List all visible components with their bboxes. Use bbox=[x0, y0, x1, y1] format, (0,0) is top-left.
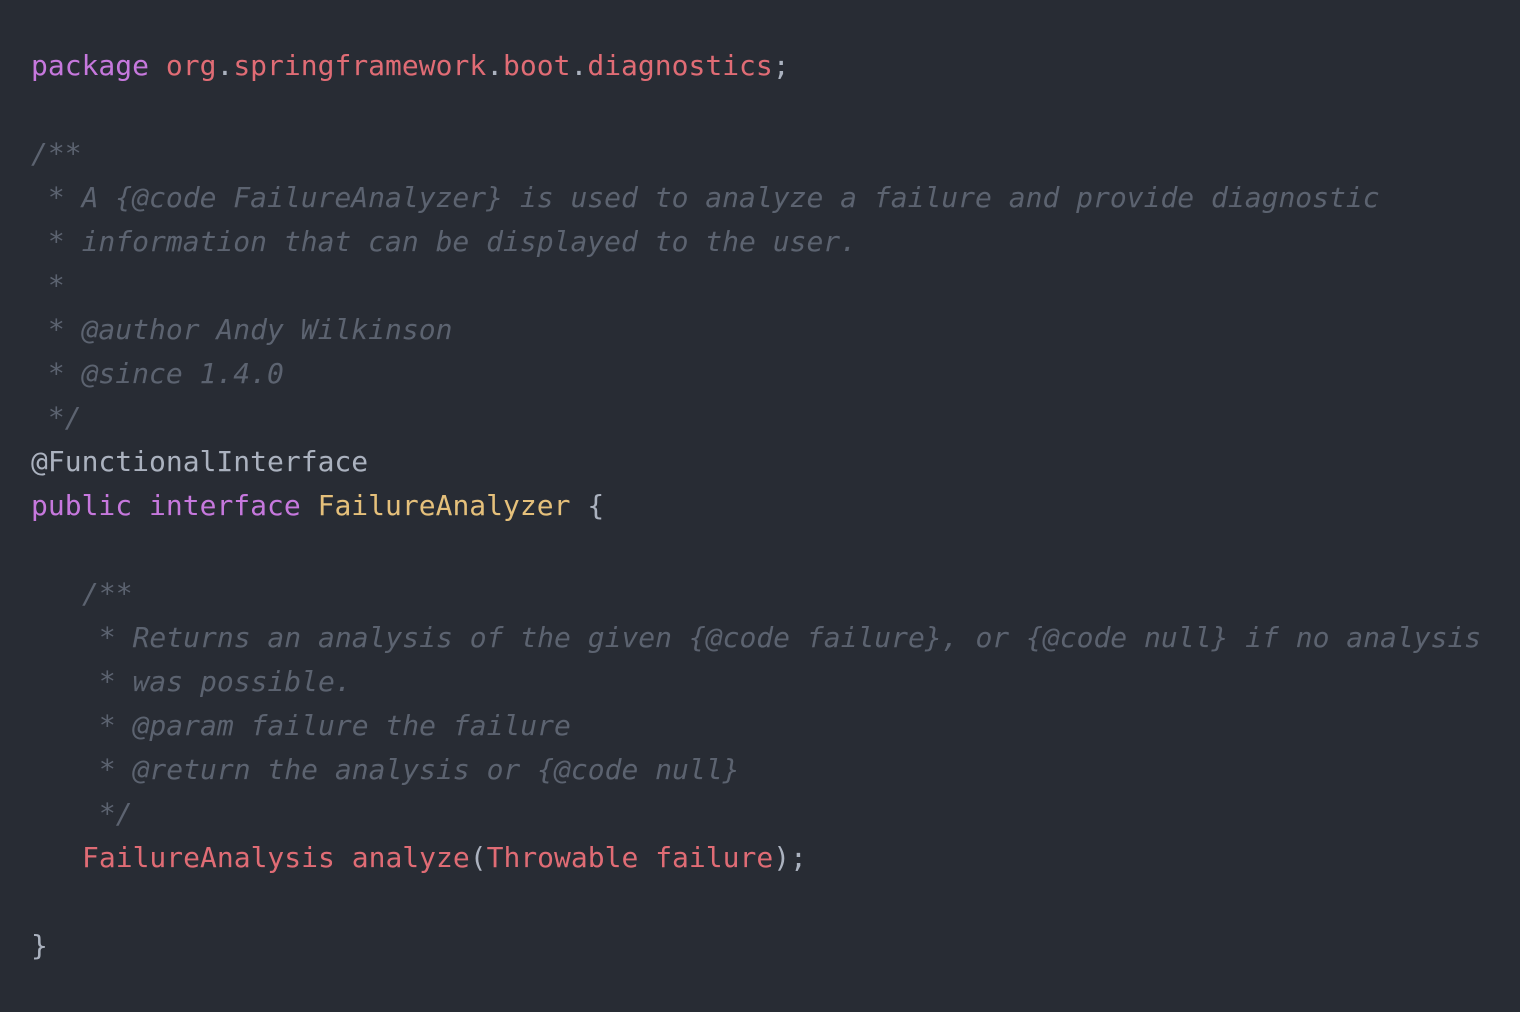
param-type: Throwable bbox=[486, 841, 639, 874]
method-name: analyze bbox=[351, 841, 470, 874]
interface-declaration: public interface FailureAnalyzer { bbox=[0, 484, 1520, 528]
class-doc-line: * @author Andy Wilkinson bbox=[31, 313, 453, 346]
class-doc-line: * information that can be displayed to t… bbox=[31, 225, 858, 258]
method-doc-text: * Returns an analysis of the given {@cod… bbox=[82, 621, 1482, 654]
open-brace: { bbox=[587, 489, 605, 522]
package-dot: . bbox=[486, 49, 504, 82]
interface-keyword: interface bbox=[149, 489, 301, 522]
class-doc-line: * @since 1.4.0 bbox=[31, 357, 284, 390]
method-doc-line: * was possible. bbox=[0, 660, 1520, 704]
package-segment: org bbox=[165, 49, 217, 82]
method-signature: FailureAnalysis analyze(Throwable failur… bbox=[0, 836, 1520, 880]
close-brace: } bbox=[31, 929, 48, 962]
annotation-line: @FunctionalInterface bbox=[31, 445, 369, 478]
method-doc-line: /** bbox=[0, 572, 1520, 616]
open-paren: ( bbox=[469, 841, 487, 874]
package-dot: . bbox=[570, 49, 588, 82]
param-name: failure bbox=[655, 841, 774, 874]
code-editor[interactable]: package org.springframework.boot.diagnos… bbox=[0, 0, 1520, 1012]
class-doc-line: * A {@code FailureAnalyzer} is used to a… bbox=[31, 181, 1380, 214]
code-line-package: package org.springframework.boot.diagnos… bbox=[0, 44, 1520, 88]
package-segment: diagnostics bbox=[587, 49, 773, 82]
statement-terminator: ; bbox=[772, 49, 790, 82]
package-segment: springframework bbox=[233, 49, 487, 82]
public-keyword: public bbox=[31, 489, 133, 522]
class-doc-line: * bbox=[31, 269, 65, 302]
method-doc-text: /** bbox=[82, 577, 133, 610]
class-doc-line: /** bbox=[31, 137, 82, 170]
return-type: FailureAnalysis bbox=[82, 841, 335, 874]
close-paren-semicolon: ); bbox=[773, 841, 807, 874]
method-doc-line: * @param failure the failure bbox=[0, 704, 1520, 748]
package-keyword: package bbox=[31, 49, 150, 82]
method-doc-text: */ bbox=[82, 797, 133, 830]
method-doc-line: * Returns an analysis of the given {@cod… bbox=[0, 616, 1520, 660]
method-doc-line: * @return the analysis or {@code null} bbox=[0, 748, 1520, 792]
class-doc-line: */ bbox=[31, 401, 82, 434]
interface-name: FailureAnalyzer bbox=[317, 489, 571, 522]
method-doc-text: * @param failure the failure bbox=[82, 709, 571, 742]
package-dot: . bbox=[216, 49, 234, 82]
package-segment: boot bbox=[503, 49, 571, 82]
method-doc-line: */ bbox=[0, 792, 1520, 836]
method-doc-text: * was possible. bbox=[82, 665, 352, 698]
method-doc-text: * @return the analysis or {@code null} bbox=[82, 753, 740, 786]
